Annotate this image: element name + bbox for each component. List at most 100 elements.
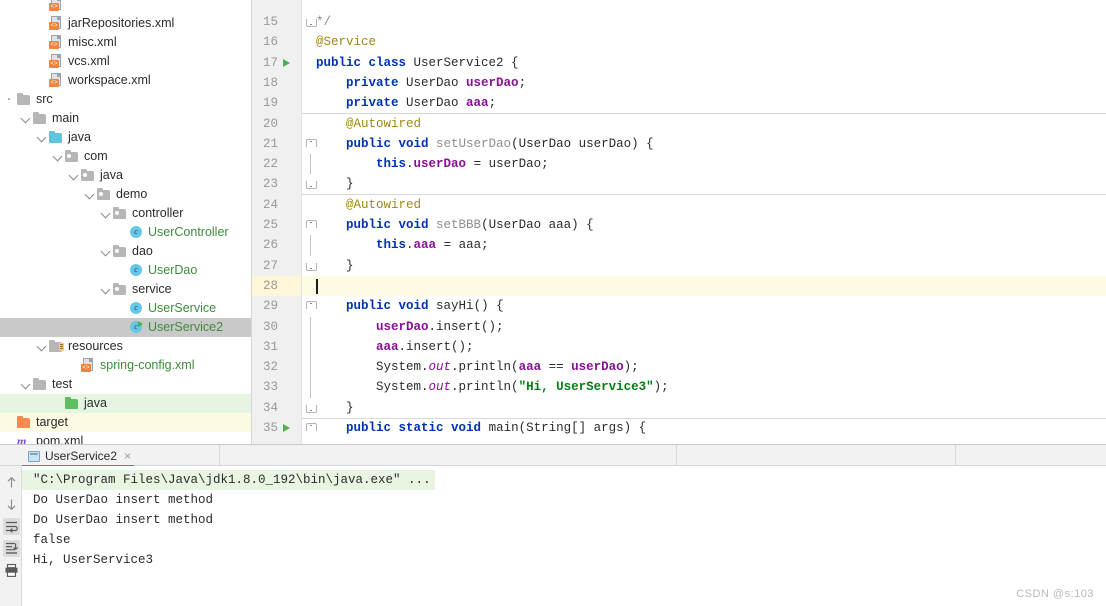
down-arrow-icon[interactable] [3,496,20,513]
tree-item[interactable]: src [0,90,252,109]
print-icon[interactable] [3,562,20,579]
code-fold-toggle[interactable] [306,17,317,27]
code-fold-toggle[interactable] [306,301,317,311]
tree-item[interactable]: <> spring-config.xml [0,356,252,375]
tree-item[interactable]: target [0,413,252,432]
code-token: setBBB [436,218,482,232]
tree-item[interactable]: demo [0,185,252,204]
console-output[interactable]: "C:\Program Files\Java\jdk1.8.0_192\bin\… [22,466,1106,606]
editor-line[interactable]: 23 } [252,174,1106,194]
tree-item[interactable]: dao [0,242,252,261]
run-gutter-icon[interactable] [283,424,290,432]
code-fold-toggle[interactable] [306,423,317,433]
tree-item-label: java [100,168,123,182]
editor-line[interactable]: 21 public void setUserDao(UserDao userDa… [252,134,1106,154]
tree-item[interactable]: c UserDao [0,261,252,280]
java-class-icon: c [128,223,145,242]
code-token: System. [316,380,429,395]
code-token: out [428,360,452,375]
chevron-down-icon[interactable] [36,337,48,356]
chevron-down-icon[interactable] [84,185,96,204]
tree-item[interactable]: c UserService2 [0,318,252,337]
editor-line[interactable]: 29 public void sayHi() { [252,296,1106,316]
tree-item[interactable]: m pom.xml [0,432,252,444]
tree-item[interactable]: c UserService [0,299,252,318]
folder-pkg-icon [80,166,97,185]
tree-item[interactable]: <> misc.xml [0,33,252,52]
chevron-down-icon[interactable] [36,128,48,147]
soft-wrap-icon[interactable] [3,518,20,535]
chevron-down-icon[interactable] [68,166,80,185]
chevron-down-icon[interactable] [20,375,32,394]
line-number: 19 [262,96,278,111]
code-fold-toggle[interactable] [306,179,317,190]
code-token: this [376,157,407,172]
tree-item[interactable]: main [0,109,252,128]
tree-item[interactable]: <> vcs.xml [0,52,252,71]
editor-line[interactable]: 31 aaa.insert(); [252,336,1106,358]
code-editor[interactable]: 15 */ 16 @Service 17 public class UserService… [252,0,1106,444]
tab-divider [955,445,956,467]
chevron-down-icon[interactable] [20,109,32,128]
editor-line[interactable]: 22 this.userDao = userDao; [252,154,1106,175]
console-tab-userservice2[interactable]: UserService2 × [22,445,137,467]
editor-line[interactable]: 30 userDao.insert(); [252,316,1106,337]
scroll-to-end-icon[interactable] [3,540,20,557]
close-icon[interactable]: × [124,449,131,463]
tree-item[interactable]: <> workspace.xml [0,71,252,90]
code-token: this [376,238,407,253]
code-token: void [398,136,437,151]
editor-line[interactable]: 19 private UserDao aaa; [252,93,1106,113]
tree-item[interactable]: service [0,280,252,299]
chevron-down-icon[interactable] [100,242,112,261]
tree-item[interactable]: java [0,128,252,147]
tree-item[interactable]: test [0,375,252,394]
run-gutter-icon[interactable] [283,58,290,67]
editor-line[interactable]: 16 @Service [252,32,1106,52]
editor-line[interactable]: 24 @Autowired [252,195,1106,215]
tree-item[interactable]: <> [0,0,252,14]
editor-line[interactable]: 26 this.aaa = aaa; [252,235,1106,256]
up-arrow-icon[interactable] [3,474,20,491]
code-text: System.out.println("Hi, UserService3"); [316,377,1106,397]
tree-item[interactable]: resources [0,337,252,356]
tree-item[interactable]: com [0,147,252,166]
code-fold-toggle[interactable] [306,261,317,271]
tree-item[interactable]: java [0,394,252,413]
project-tool-window[interactable]: <> <> jarRepositories.xml <> misc.xml <> vcs.x… [0,0,252,444]
chevron-down-icon[interactable] [100,204,112,223]
editor-line[interactable]: 28 [252,276,1106,296]
code-fold-toggle[interactable] [306,220,317,230]
editor-line[interactable]: 25 public void setBBB(UserDao aaa) { [252,215,1106,235]
editor-line[interactable]: 33 System.out.println("Hi, UserService3"… [252,377,1106,398]
tree-twisty[interactable] [4,90,16,109]
editor-line[interactable]: 17 public class UserService2 { [252,53,1106,73]
tree-item-label: test [52,377,73,391]
tree-twisty [36,0,48,14]
editor-line[interactable]: 18 private UserDao userDao; [252,73,1106,93]
editor-line[interactable]: 34 } [252,398,1106,418]
editor-line[interactable]: 20 @Autowired [252,114,1106,134]
code-token: public [346,421,399,435]
code-fold-toggle[interactable] [306,403,317,413]
code-token: public [346,136,399,151]
chevron-down-icon[interactable] [52,147,64,166]
tree-item[interactable]: java [0,166,252,185]
code-fold-toggle[interactable] [306,138,317,149]
console-toolbar[interactable] [0,466,22,606]
tree-item-label: demo [116,187,148,201]
editor-line[interactable]: 32 System.out.println(aaa == userDao); [252,357,1106,378]
tree-item[interactable]: c UserController [0,223,252,242]
tree-item[interactable]: controller [0,204,252,223]
tree-item-label: UserService2 [148,320,224,334]
editor-line[interactable]: 35 public static void main(String[] args… [252,418,1106,438]
editor-line[interactable]: 15 */ [252,12,1106,32]
editor-line[interactable]: 27 } [252,256,1106,276]
code-token: out [428,380,452,395]
tree-item-label: workspace.xml [68,73,151,87]
chevron-down-icon[interactable] [100,280,112,299]
tree-item[interactable]: <> jarRepositories.xml [0,14,252,33]
line-number: 30 [262,319,278,334]
